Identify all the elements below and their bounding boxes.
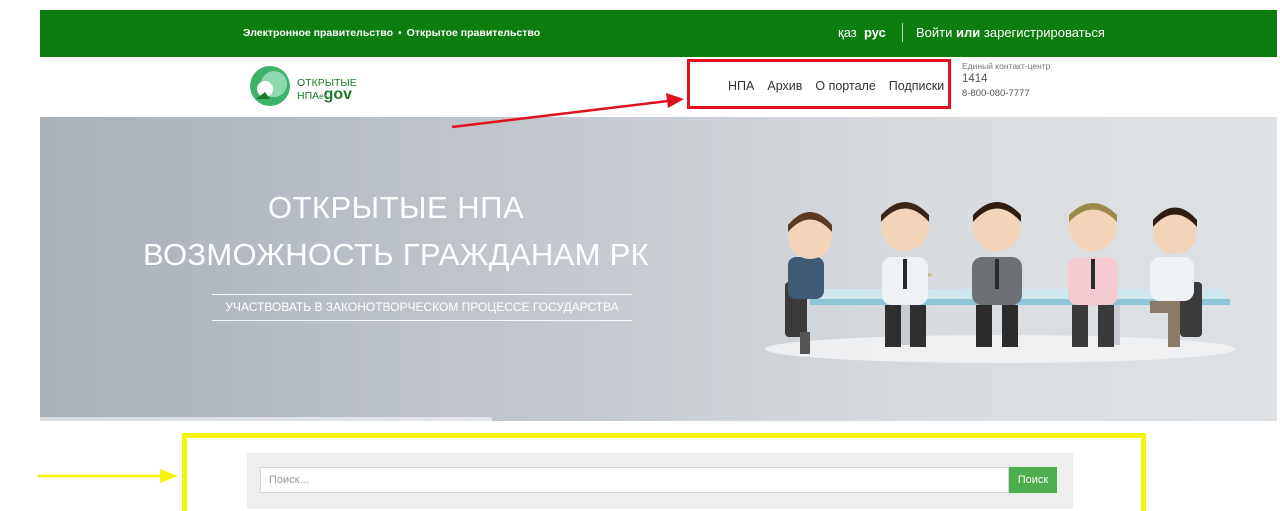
lang-kaz-link[interactable]: қаз (838, 25, 857, 40)
logo-emblem-icon (250, 66, 290, 106)
contact-center: Единый контакт-центр 1414 8-800-080-7777 (962, 61, 1050, 99)
contact-label: Единый контакт-центр (962, 61, 1051, 71)
page: Электронное правительство • Открытое прави… (0, 0, 1280, 511)
lang-rus-link[interactable]: рус (864, 25, 886, 40)
logo-line2: НПАegov (297, 86, 353, 103)
hero-banner: ОТКРЫТЫЕ НПА ВОЗМОЖНОСТЬ ГРАЖДАНАМ РК УЧ… (40, 117, 1277, 421)
yellow-arrow-icon (38, 469, 178, 483)
login-link[interactable]: Войти (916, 25, 952, 40)
contact-number[interactable]: 1414 (962, 73, 1050, 85)
hero-bottom-strip (40, 417, 492, 421)
gov-links: Электронное правительство • Открытое прави… (243, 27, 540, 39)
top-bar: Электронное правительство • Открытое прави… (40, 10, 1277, 57)
auth-or: или (956, 25, 981, 40)
site-logo[interactable]: ОТКРЫТЫЕ НПАegov (247, 63, 377, 109)
separator-dot: • (397, 27, 402, 39)
hero-title-line2: ВОЗМОЖНОСТЬ ГРАЖДАНАМ РК (143, 237, 649, 272)
language-switcher: қаз рус (838, 25, 886, 40)
nav-highlight-box (687, 59, 951, 109)
topbar-divider (902, 23, 903, 42)
site-header: ОТКРЫТЫЕ НПАegov НПА Архив О портале Под… (40, 57, 1277, 117)
search-highlight-box (182, 433, 1146, 511)
egov-link[interactable]: Электронное правительство (243, 27, 393, 39)
hero-title-line1: ОТКРЫТЫЕ НПА (267, 190, 525, 225)
logo-text: ОТКРЫТЫЕ НПАegov (297, 77, 357, 103)
auth-links: Войти или зарегистрироваться (916, 25, 1105, 40)
register-link[interactable]: зарегистрироваться (984, 25, 1105, 40)
opengov-link[interactable]: Открытое правительство (407, 27, 540, 39)
contact-phone[interactable]: 8-800-080-7777 (962, 88, 1050, 99)
hero-subtitle: УЧАСТВОВАТЬ В ЗАКОНОТВОРЧЕСКОМ ПРОЦЕССЕ … (212, 294, 632, 321)
meeting-illustration-icon (765, 202, 1235, 363)
